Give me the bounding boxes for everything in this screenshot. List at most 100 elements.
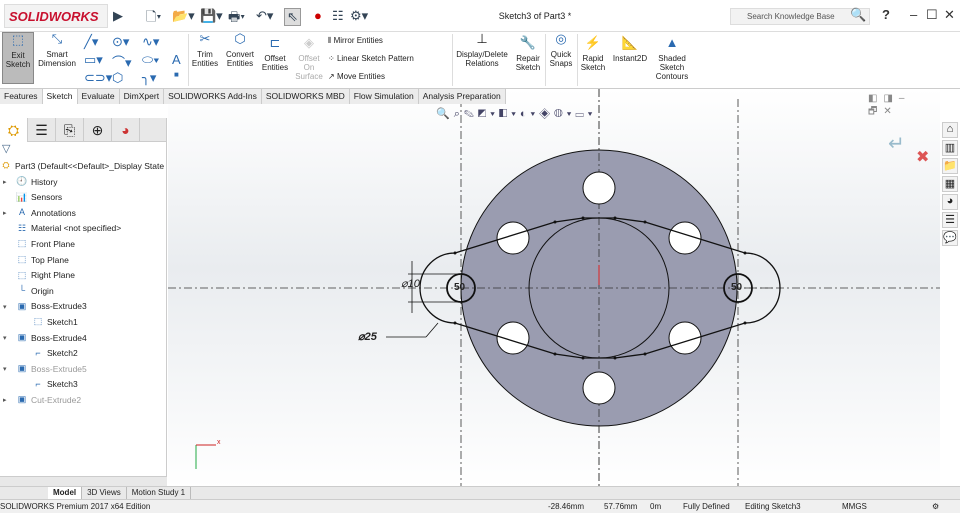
feature-manager-tab-icon[interactable]: ⛭ <box>0 118 28 142</box>
tree-item-boss-extrude5[interactable]: ▣ Boss-Extrude5 <box>16 363 87 374</box>
fillet-icon[interactable]: ╮▾ <box>142 70 156 86</box>
quick-snaps-button[interactable]: ◎ Quick Snaps <box>547 32 575 68</box>
spline-icon[interactable]: ∿▾ <box>142 34 159 50</box>
tree-item-sketch3[interactable]: ⌐ Sketch3 <box>32 379 77 390</box>
rebuild-status-icon[interactable]: ⚙ <box>932 502 939 511</box>
expand-menu-icon[interactable]: ▶ <box>113 8 123 24</box>
custom-properties-icon[interactable]: ☰ <box>942 212 958 228</box>
tree-item-origin[interactable]: └ Origin <box>16 285 54 296</box>
tab-mbd[interactable]: SOLIDWORKS MBD <box>261 89 350 104</box>
circle-icon[interactable]: ⊙▾ <box>112 34 129 50</box>
tree-item-boss-extrude4[interactable]: ▣ Boss-Extrude4 <box>16 332 87 343</box>
tree-item-front-plane[interactable]: ⬚ Front Plane <box>16 238 75 249</box>
tab-dimxpert[interactable]: DimXpert <box>119 89 165 104</box>
tab-evaluate[interactable]: Evaluate <box>77 89 120 104</box>
tree-horizontal-scrollbar[interactable] <box>0 476 167 486</box>
file-explorer-icon[interactable]: 📁 <box>942 158 958 174</box>
solidworks-resources-icon[interactable]: ⌂ <box>942 122 958 138</box>
tab-3d-views[interactable]: 3D Views <box>82 487 127 499</box>
point-icon[interactable]: ■ <box>174 70 179 79</box>
expand-toggle-icon[interactable]: ▾ <box>3 334 7 342</box>
text-icon[interactable]: A <box>172 52 181 67</box>
expand-toggle-icon[interactable]: ▸ <box>3 209 7 217</box>
tree-item-material-not-specified[interactable]: ☷ Material <not specified> <box>16 223 121 234</box>
tree-item-sketch2[interactable]: ⌐ Sketch2 <box>32 347 77 359</box>
y-coordinate: 57.76mm <box>604 502 638 511</box>
rectangle-icon[interactable]: ▭▾ <box>84 52 103 68</box>
left-circle-label[interactable]: 50 <box>454 282 465 293</box>
tree-item-sketch1[interactable]: ⬚ Sketch1 <box>32 316 78 327</box>
tab-model[interactable]: Model <box>48 487 83 499</box>
expand-toggle-icon[interactable]: ▸ <box>3 396 7 404</box>
file-properties-icon[interactable]: ☷ <box>332 8 344 24</box>
solidworks-logo[interactable]: SOLIDWORKS <box>4 4 108 28</box>
move-icon: ↗ <box>328 72 337 81</box>
tree-item-icon: ⌐ <box>35 347 41 358</box>
select-icon[interactable]: ⇖ <box>284 8 301 26</box>
forum-icon[interactable]: 💬 <box>942 230 958 246</box>
exit-sketch-button[interactable]: ⬚ Exit Sketch <box>2 32 34 84</box>
rebuild-icon[interactable]: ● <box>314 8 322 23</box>
convert-entities-button[interactable]: ⬡ Convert Entities <box>222 32 258 68</box>
property-manager-tab-icon[interactable]: ☰ <box>28 118 56 142</box>
print-icon[interactable]: 🖶▾ <box>228 8 245 30</box>
expand-toggle-icon[interactable]: ▾ <box>3 365 7 373</box>
instant2d-button[interactable]: 📐 Instant2D <box>610 36 650 63</box>
view-palette-icon[interactable]: ▦ <box>942 176 958 192</box>
design-library-icon[interactable]: ▥ <box>942 140 958 156</box>
expand-toggle-icon[interactable]: ▸ <box>3 178 7 186</box>
tree-item-annotations[interactable]: A Annotations <box>16 207 76 218</box>
tab-motion-study[interactable]: Motion Study 1 <box>127 487 192 499</box>
tab-features[interactable]: Features <box>0 89 43 104</box>
slot-icon[interactable]: ⊂⊃▾ <box>84 70 112 86</box>
save-icon[interactable]: 💾▾ <box>200 8 223 24</box>
tree-item-top-plane[interactable]: ⬚ Top Plane <box>16 254 69 265</box>
tree-item-history[interactable]: 🕘 History <box>16 176 57 187</box>
polygon-icon[interactable]: ⬡ <box>112 70 123 86</box>
help-button[interactable]: ? <box>882 7 890 22</box>
move-entities-button[interactable]: ↗ Move Entities <box>328 72 385 81</box>
dimxpert-manager-tab-icon[interactable]: ⊕ <box>84 118 112 142</box>
right-circle-label[interactable]: 50 <box>731 282 742 293</box>
tab-sketch[interactable]: Sketch <box>42 89 78 104</box>
open-icon[interactable]: 📂▾ <box>172 8 195 24</box>
new-icon[interactable]: 🗋▾ <box>146 8 161 30</box>
mirror-entities-button[interactable]: ⫴ Mirror Entities <box>328 36 383 45</box>
arc-icon[interactable]: ⌒▾ <box>112 52 132 71</box>
expand-toggle-icon[interactable]: ▾ <box>3 303 7 311</box>
line-icon[interactable]: ╱▾ <box>84 34 98 50</box>
tree-item-right-plane[interactable]: ⬚ Right Plane <box>16 270 75 281</box>
configuration-manager-tab-icon[interactable]: ⎘ <box>56 118 84 142</box>
tree-item-boss-extrude3[interactable]: ▣ Boss-Extrude3 <box>16 301 87 312</box>
graphics-area[interactable]: 🔍⌕✎◩▾◧▾◐▾◈◍▾▭▾ ◧◨–🗗✕ ↵ ✖ ⌀10 ⌀25 50 50 x <box>168 89 940 488</box>
rapid-sketch-button[interactable]: ⚡ Rapid Sketch <box>579 36 607 72</box>
filter-icon[interactable]: ▽ <box>2 142 10 155</box>
trim-entities-button[interactable]: ✂ Trim Entities <box>190 32 220 68</box>
diameter-10-dimension[interactable]: ⌀10 <box>401 277 420 290</box>
options-gear-icon[interactable]: ⚙▾ <box>350 8 368 24</box>
diameter-25-dimension[interactable]: ⌀25 <box>358 330 377 343</box>
undo-icon[interactable]: ↶▾ <box>256 8 273 24</box>
title-bar: SOLIDWORKS ▶ 🗋▾ 📂▾ 💾▾ 🖶▾ ↶▾ ⇖ ● ☷ ⚙▾ Ske… <box>0 0 960 32</box>
minimize-button[interactable]: – <box>910 7 917 22</box>
ellipse-icon[interactable]: ⬭▾ <box>142 52 159 68</box>
shaded-sketch-contours-button[interactable]: ▲ Shaded Sketch Contours <box>652 36 692 81</box>
appearances-icon[interactable]: ◕ <box>942 194 958 210</box>
tree-item-cut-extrude2[interactable]: ▣ Cut-Extrude2 <box>16 394 81 405</box>
offset-entities-button[interactable]: ⊏ Offset Entities <box>260 36 290 72</box>
repair-sketch-button[interactable]: 🔧 Repair Sketch <box>512 36 544 72</box>
close-button[interactable]: ✕ <box>944 7 955 23</box>
tree-item-sensors[interactable]: 📊 Sensors <box>16 192 62 203</box>
search-icon[interactable]: 🔍 <box>850 7 866 23</box>
display-manager-tab-icon[interactable]: ◕ <box>112 118 140 142</box>
display-delete-relations-button[interactable]: ⊥ Display/Delete Relations <box>454 32 510 68</box>
search-knowledge-base-input[interactable]: Search Knowledge Base <box>730 8 870 25</box>
tab-addins[interactable]: SOLIDWORKS Add-Ins <box>164 89 262 104</box>
units-selector[interactable]: MMGS <box>842 502 867 511</box>
tab-analysis-preparation[interactable]: Analysis Preparation <box>418 89 506 104</box>
tree-root-part3[interactable]: ⛭ Part3 (Default<<Default>_Display State <box>0 160 164 171</box>
linear-sketch-pattern-button[interactable]: ⁘ Linear Sketch Pattern <box>328 54 414 63</box>
tab-flow-simulation[interactable]: Flow Simulation <box>349 89 419 104</box>
smart-dimension-button[interactable]: ⤡ Smart Dimension <box>36 32 78 68</box>
maximize-button[interactable]: ☐ <box>926 7 938 23</box>
